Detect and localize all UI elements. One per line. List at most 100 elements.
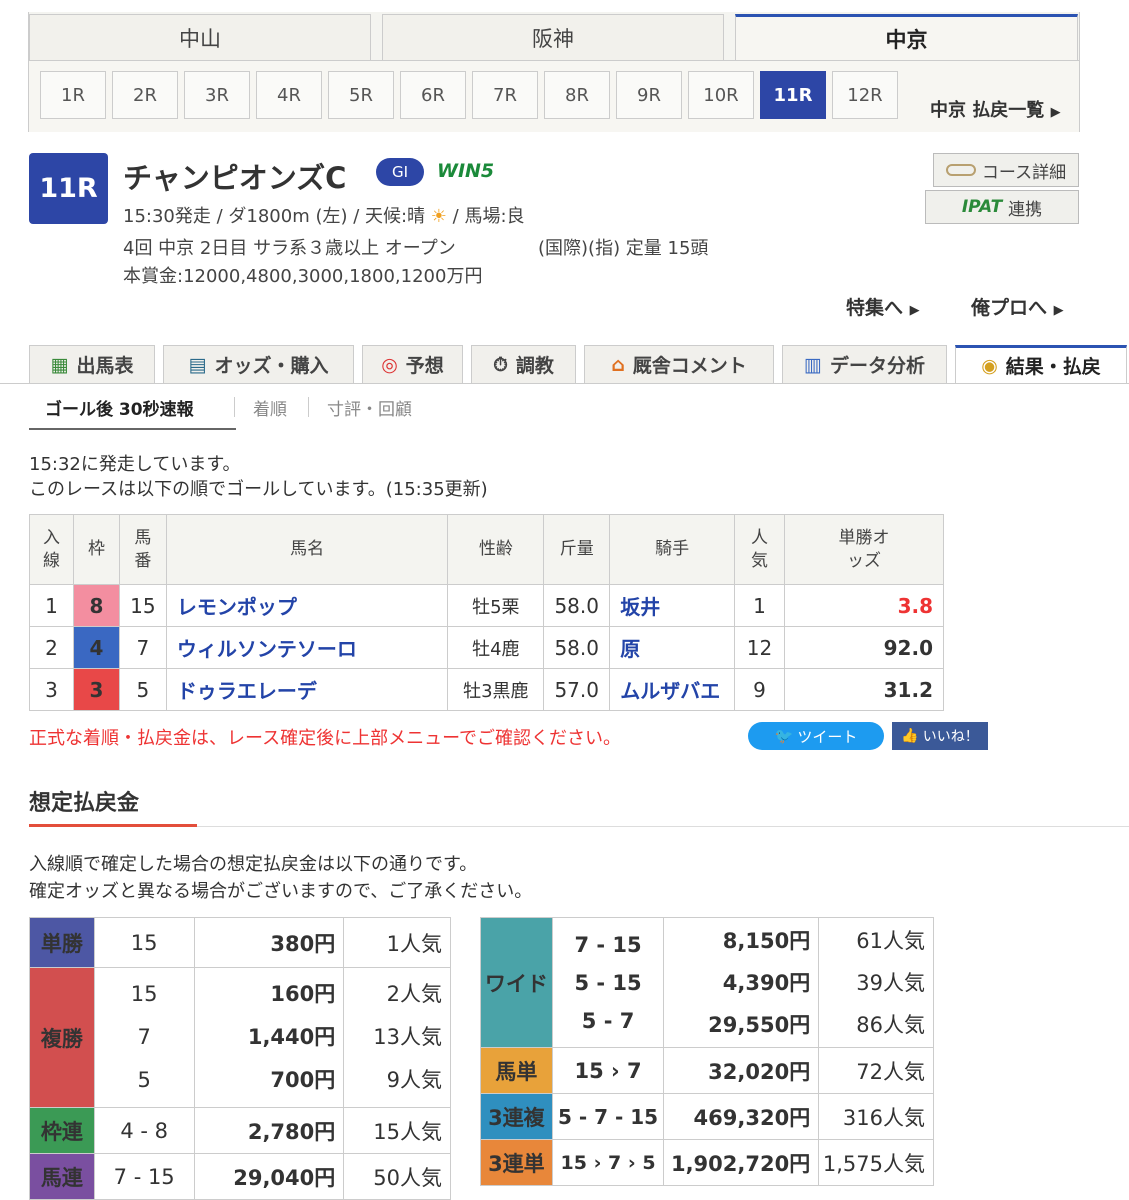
course-icon: [945, 164, 976, 176]
col-pos: 入線: [29, 514, 74, 585]
horse-number: 7: [118, 626, 167, 669]
tab-result-payout[interactable]: ◉ 結果・払戻: [955, 345, 1127, 383]
barn-icon: ⌂: [611, 353, 625, 376]
subtab-order[interactable]: 着順: [253, 395, 287, 420]
race-button-11r[interactable]: 11R: [760, 71, 826, 119]
race-button-9r[interactable]: 9R: [616, 71, 682, 119]
race-button-7r[interactable]: 7R: [472, 71, 538, 119]
feature-link[interactable]: 特集へ ▶: [846, 293, 920, 320]
tweet-button[interactable]: 🐦 ツイート: [748, 722, 884, 750]
horse-name-link[interactable]: ドゥラエレーデ: [165, 668, 449, 711]
jockey-link[interactable]: 坂井: [609, 584, 736, 627]
tab-odds[interactable]: ▤ オッズ・購入: [163, 345, 354, 383]
section-title: 想定払戻金: [29, 791, 140, 816]
tab-training[interactable]: ⏱ 調教: [471, 345, 576, 383]
jockey-link[interactable]: ムルザバエ: [609, 668, 736, 711]
payout-popularity: 15人気: [343, 1107, 451, 1154]
horse-name-link[interactable]: ウィルソンテソーロ: [165, 626, 449, 669]
sex-age: 牡5栗: [447, 584, 545, 627]
tab-stable-comment[interactable]: ⌂ 厩舎コメント: [584, 345, 774, 383]
payout-popularity: 1,575人気: [818, 1139, 934, 1186]
horse-number: 5: [118, 668, 167, 711]
combination: 15 7 5: [93, 967, 195, 1108]
payout-amount: 32,020円: [663, 1047, 820, 1094]
col-num: 馬番: [118, 514, 167, 585]
race-button-6r[interactable]: 6R: [400, 71, 466, 119]
subtab-goal-flash[interactable]: ゴール後 30秒速報: [45, 395, 194, 420]
combination: 7 - 15 5 - 15 5 - 7: [551, 917, 665, 1048]
chevron-right-icon: ▶: [1050, 105, 1061, 120]
col-weight: 斤量: [543, 514, 611, 585]
payout-disclaimer: 確定オッズと異なる場合がございますので、ご了承ください。: [29, 881, 533, 902]
venue-tab-hanshin[interactable]: 阪神: [382, 14, 724, 60]
combination: 15 › 7 › 5: [551, 1139, 665, 1186]
tab-shutsuba[interactable]: ▦ 出馬表: [29, 345, 155, 383]
combination: 15: [93, 917, 195, 968]
win5-logo: WIN5: [437, 160, 495, 182]
divider: [234, 397, 235, 417]
col-horse: 馬名: [165, 514, 449, 585]
combination: 5 - 7 - 15: [551, 1093, 665, 1140]
bet-type-label: 馬連: [29, 1153, 95, 1200]
like-button[interactable]: 👍 いいね！: [892, 722, 988, 750]
horse-number: 15: [118, 584, 167, 627]
payout-amount: 2,780円: [193, 1107, 345, 1154]
thumbs-up-icon: 👍: [901, 728, 919, 744]
start-status: 15:32に発走しています。: [29, 454, 241, 475]
payout-row: 3連複 5 - 7 - 15 469,320円 316人気: [480, 1093, 934, 1140]
payout-popularity: 1人気: [343, 917, 451, 968]
payout-row: 3連単 15 › 7 › 5 1,902,720円 1,575人気: [480, 1139, 934, 1186]
table-icon: ▦: [50, 353, 69, 376]
combination: 7 - 15: [93, 1153, 195, 1200]
payout-amount: 160円 1,440円 700円: [193, 967, 345, 1108]
race-button-8r[interactable]: 8R: [544, 71, 610, 119]
table-row: 1 8 15 レモンポップ 牡5栗 58.0 坂井 1 3.8: [29, 584, 945, 627]
payout-popularity: 61人気 39人気 86人気: [818, 917, 934, 1048]
tab-prediction[interactable]: ◎ 予想: [362, 345, 463, 383]
twitter-icon: 🐦: [774, 727, 794, 745]
payout-popularity: 72人気: [818, 1047, 934, 1094]
ipat-logo: IPAT: [961, 197, 1003, 217]
subtab-review[interactable]: 寸評・回顧: [327, 395, 412, 420]
carried-weight: 58.0: [543, 584, 611, 627]
bar-chart-icon: ▥: [804, 353, 822, 376]
race-button-2r[interactable]: 2R: [112, 71, 178, 119]
chevron-right-icon: ▶: [1053, 303, 1064, 318]
race-button-10r[interactable]: 10R: [688, 71, 754, 119]
orepro-link[interactable]: 俺プロへ ▶: [971, 293, 1064, 320]
race-button-5r[interactable]: 5R: [328, 71, 394, 119]
race-button-12r[interactable]: 12R: [832, 71, 898, 119]
tab-data-analysis[interactable]: ▥ データ分析: [782, 345, 947, 383]
waku-number: 8: [72, 584, 120, 627]
col-sex-age: 性齢: [447, 514, 545, 585]
race-button-3r[interactable]: 3R: [184, 71, 250, 119]
jockey-link[interactable]: 原: [609, 626, 736, 669]
payout-list-link[interactable]: 中京 払戻一覧 ▶: [930, 96, 1061, 122]
course-detail-button[interactable]: コース詳細: [933, 153, 1079, 187]
target-icon: ◎: [381, 353, 398, 376]
payout-description: 入線順で確定した場合の想定払戻金は以下の通りです。: [29, 854, 478, 875]
carried-weight: 58.0: [543, 626, 611, 669]
waku-number: 3: [72, 668, 120, 711]
payout-popularity: 316人気: [818, 1093, 934, 1140]
horse-name-link[interactable]: レモンポップ: [165, 584, 449, 627]
payout-row: 複勝 15 7 5 160円 1,440円 700円 2人気 13人気 9人気: [29, 967, 451, 1108]
carried-weight: 57.0: [543, 668, 611, 711]
venue-tab-chukyo[interactable]: 中京: [735, 14, 1078, 60]
finish-position: 1: [29, 584, 74, 627]
bet-type-label: 3連単: [480, 1139, 553, 1186]
bet-type-label: 3連複: [480, 1093, 553, 1140]
race-class: 4回 中京 2日目 サラ系３歳以上 オープン: [123, 238, 456, 259]
race-name: チャンピオンズC: [123, 161, 347, 195]
waku-number: 4: [72, 626, 120, 669]
popularity: 9: [734, 668, 785, 711]
venue-tab-nakayama[interactable]: 中山: [29, 14, 371, 60]
sunny-icon: ☀: [430, 206, 447, 227]
payout-amount: 1,902,720円: [663, 1139, 820, 1186]
col-win-odds: 単勝オッズ: [783, 514, 945, 585]
col-jockey: 騎手: [609, 514, 736, 585]
race-button-4r[interactable]: 4R: [256, 71, 322, 119]
finish-position: 3: [29, 668, 74, 711]
race-button-1r[interactable]: 1R: [40, 71, 106, 119]
ipat-link-button[interactable]: IPAT 連携: [925, 190, 1079, 224]
